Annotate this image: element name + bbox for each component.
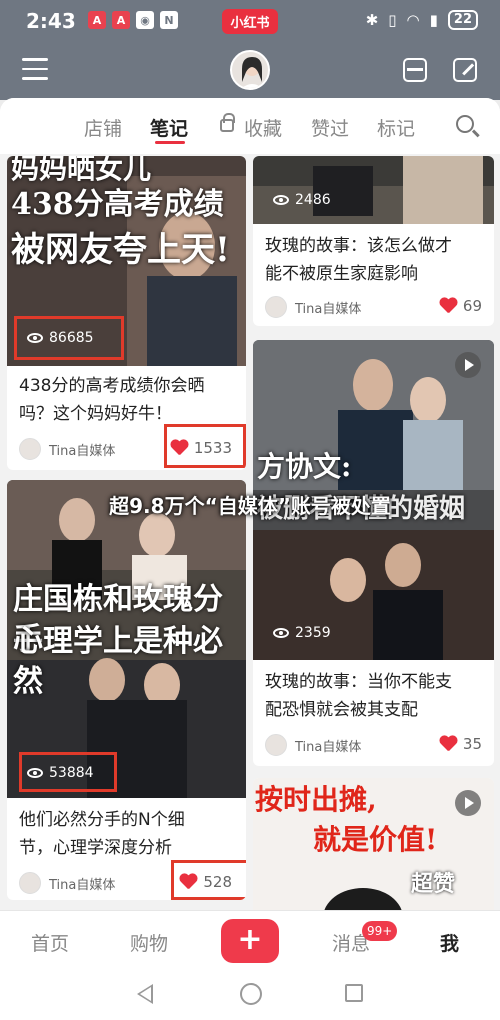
- note-author[interactable]: Tina自媒体: [265, 734, 361, 756]
- author-name: Tina自媒体: [295, 739, 362, 755]
- note-author[interactable]: Tina自媒体: [19, 438, 115, 460]
- app-notification-icon: A: [88, 11, 106, 29]
- app-notification-icon: A: [112, 11, 130, 29]
- video-play-icon: [455, 352, 481, 378]
- note-author[interactable]: Tina自媒体: [265, 296, 361, 318]
- view-count-value: 2359: [295, 625, 331, 641]
- eye-icon: [273, 195, 289, 205]
- menu-icon[interactable]: [22, 58, 48, 80]
- view-count: 2359: [273, 625, 331, 641]
- avatar[interactable]: [230, 50, 270, 90]
- nav-me[interactable]: 我: [440, 929, 459, 956]
- signal-icon: ▮: [429, 11, 438, 29]
- avatar: [265, 296, 287, 318]
- profile-header: [0, 42, 500, 100]
- bottom-nav: 首页 购物 + 消息 99+ 我: [0, 910, 500, 970]
- like-count[interactable]: 69: [439, 297, 482, 315]
- cover-headline-2: 心理学上是种必然: [13, 624, 223, 699]
- view-count: 2486: [273, 192, 331, 208]
- note-title: 玫瑰的故事：该怎么做才 能不被原生家庭影响: [265, 236, 452, 284]
- cover-headline-3: 被网友夸上天!: [11, 230, 230, 270]
- tab-shop[interactable]: 店铺: [84, 114, 122, 141]
- heart-icon: [439, 298, 457, 314]
- sticker-text: 超赞: [411, 871, 456, 897]
- status-time: 2:43: [26, 9, 76, 33]
- author-name: Tina自媒体: [295, 301, 362, 317]
- lock-icon: [220, 113, 235, 132]
- active-tab-indicator: [155, 141, 185, 144]
- eye-notification-icon: ◉: [136, 11, 154, 29]
- nfc-icon: N: [160, 11, 178, 29]
- status-left-icons: A A ◉ N: [88, 11, 178, 29]
- wifi-icon: ◠: [406, 11, 420, 29]
- view-count-value: 2486: [295, 192, 331, 208]
- search-icon[interactable]: [456, 115, 474, 133]
- like-count-value: 35: [462, 735, 482, 753]
- note-card[interactable]: 庄国栋和玫瑰分手 心理学上是种必然 53884 他们必然分手的N个细 节，心理学…: [7, 480, 246, 900]
- eye-icon: [273, 628, 289, 638]
- tab-marked[interactable]: 标记: [377, 114, 415, 141]
- highlight-box: [164, 424, 246, 468]
- tab-favorites[interactable]: 收藏: [244, 114, 282, 141]
- avatar: [19, 438, 41, 460]
- cover-headline-2: 438分高考成绩: [11, 187, 224, 222]
- news-caption: 超9.8万个“自媒体”账号被处置: [109, 494, 391, 518]
- note-title: 玫瑰的故事：当你不能支 配恐惧就会被其支配: [265, 672, 452, 720]
- messages-badge: 99+: [362, 921, 398, 941]
- note-cover-image: [253, 156, 494, 224]
- app-logo: 小红书: [222, 9, 278, 34]
- create-post-button[interactable]: +: [221, 919, 279, 963]
- share-icon[interactable]: [453, 58, 477, 82]
- bluetooth-icon: ✱: [365, 11, 379, 29]
- like-count[interactable]: 35: [439, 735, 482, 753]
- cover-headline-1: 妈妈晒女儿: [11, 156, 152, 185]
- cover-headline-1: 方协文:: [257, 450, 352, 483]
- back-icon[interactable]: [137, 984, 153, 1004]
- note-title: 438分的高考成绩你会晒 吗？这个妈妈好牛！: [19, 376, 205, 424]
- note-card[interactable]: 妈妈晒女儿 438分高考成绩 被网友夸上天! 86685 438分的高考成绩你会…: [7, 156, 246, 470]
- highlight-box: [171, 860, 246, 900]
- profile-tabs: 店铺 笔记 收藏 赞过 标记: [0, 98, 500, 154]
- system-nav: [0, 970, 500, 1020]
- tab-notes[interactable]: 笔记: [150, 114, 188, 141]
- nav-shop[interactable]: 购物: [130, 929, 168, 956]
- vibrate-icon: ▯: [388, 11, 397, 29]
- highlight-box: [19, 752, 117, 792]
- status-right-icons: ✱ ▯ ◠ ▮ 22: [366, 10, 478, 30]
- nav-home[interactable]: 首页: [31, 929, 69, 956]
- author-name: Tina自媒体: [49, 877, 116, 893]
- like-count-value: 69: [462, 297, 482, 315]
- avatar: [19, 872, 41, 894]
- author-name: Tina自媒体: [49, 443, 116, 459]
- battery-icon: 22: [447, 10, 478, 30]
- scan-icon[interactable]: [403, 58, 427, 82]
- note-author[interactable]: Tina自媒体: [19, 872, 115, 894]
- note-title: 他们必然分手的N个细 节，心理学深度分析: [19, 810, 185, 858]
- note-card[interactable]: 按时出摊, 就是价值! 超赞: [253, 778, 494, 910]
- note-card[interactable]: 2486 玫瑰的故事：该怎么做才 能不被原生家庭影响 Tina自媒体 69: [253, 156, 494, 326]
- highlight-box: [14, 316, 124, 360]
- cover-headline-2: 就是价值!: [313, 823, 438, 856]
- heart-icon: [439, 736, 457, 752]
- status-bar: 2:43 A A ◉ N 小红书 ✱ ▯ ◠ ▮ 22: [0, 0, 500, 42]
- tab-liked[interactable]: 赞过: [311, 114, 349, 141]
- cover-headline-1: 按时出摊,: [255, 783, 377, 816]
- recent-apps-icon[interactable]: [345, 984, 363, 1002]
- home-icon[interactable]: [240, 983, 262, 1005]
- avatar: [265, 734, 287, 756]
- note-card[interactable]: 方协文: 被删看不懂的婚姻 2359 玫瑰的故事：当你不能支 配恐惧就会被其支配…: [253, 340, 494, 766]
- video-play-icon: [455, 790, 481, 816]
